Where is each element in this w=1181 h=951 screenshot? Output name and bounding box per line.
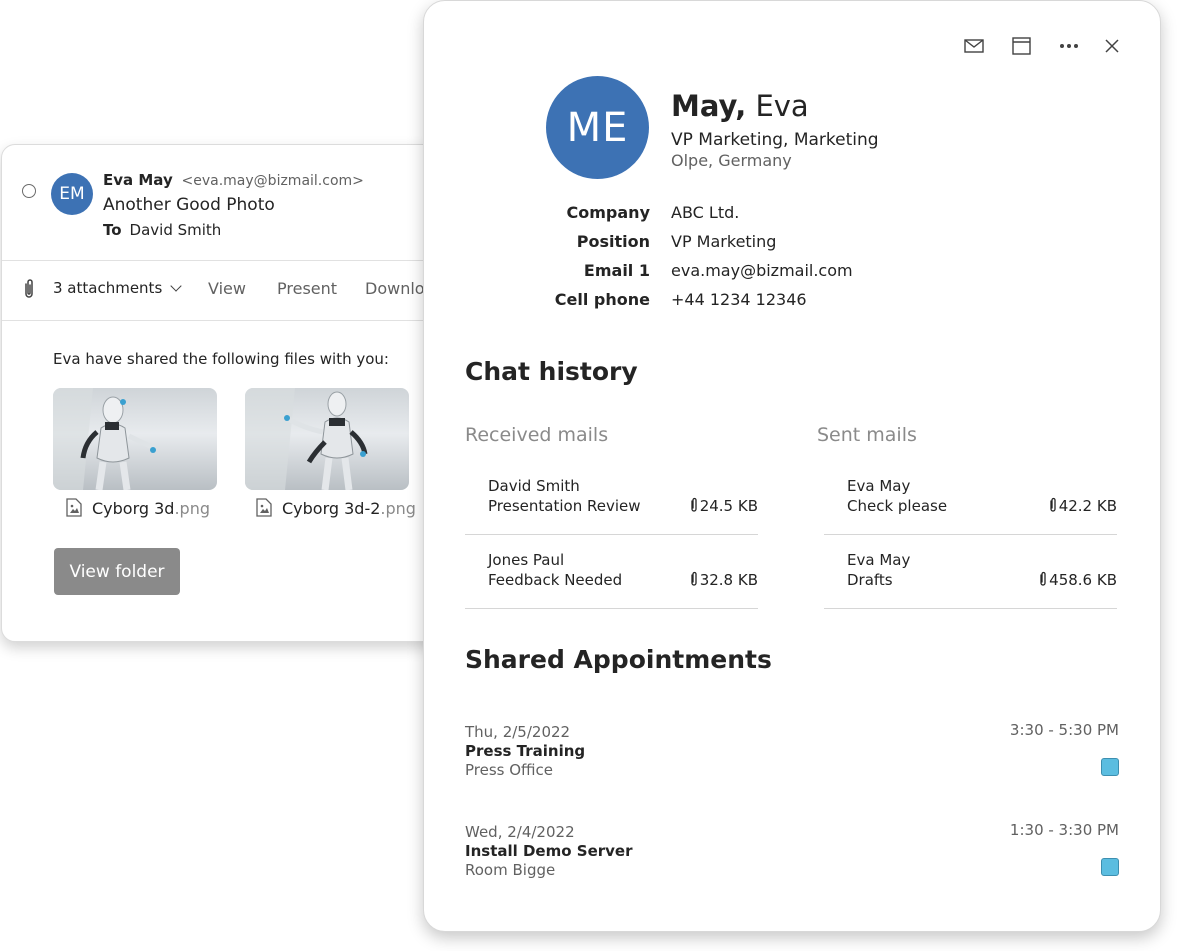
appointment-item[interactable]: Wed, 2/4/2022 Install Demo Server Room B… xyxy=(465,821,1119,893)
mail-subject: Check please xyxy=(847,497,948,515)
view-button[interactable]: View xyxy=(208,279,246,298)
paperclip-icon xyxy=(691,497,697,512)
attachment-bar: 3 attachments View Present Downlo xyxy=(2,261,472,319)
email-label: Email 1 xyxy=(583,261,650,280)
attachment-thumbnail[interactable] xyxy=(53,388,217,490)
mail-size-value: 42.2 KB xyxy=(1058,497,1117,515)
shared-message: Eva have shared the following files with… xyxy=(53,350,389,368)
contact-first-name: Eva xyxy=(755,89,809,123)
mail-size-value: 24.5 KB xyxy=(699,497,758,515)
attachments-dropdown[interactable]: 3 attachments xyxy=(53,279,182,297)
sender-email: <eva.may@bizmail.com> xyxy=(181,173,364,189)
contact-last-name: May, xyxy=(671,89,747,123)
mail-size: 42.2 KB xyxy=(1048,497,1117,515)
download-button[interactable]: Downlo xyxy=(365,279,425,298)
more-icon[interactable] xyxy=(1058,35,1080,57)
shared-appointments-title: Shared Appointments xyxy=(465,645,772,674)
mail-subject: Drafts xyxy=(847,571,893,589)
mail-size: 24.5 KB xyxy=(689,497,758,515)
company-value: ABC Ltd. xyxy=(671,203,740,222)
appointment-title: Install Demo Server xyxy=(465,842,633,860)
appointment-time: 3:30 - 5:30 PM xyxy=(1009,721,1119,739)
to-label: To xyxy=(103,221,122,239)
robot-image xyxy=(53,388,156,490)
appointment-time: 1:30 - 3:30 PM xyxy=(1009,821,1119,839)
attachments-label: 3 attachments xyxy=(53,279,163,297)
present-button[interactable]: Present xyxy=(277,279,337,298)
paperclip-icon xyxy=(25,279,33,298)
sent-mail-item[interactable]: Eva May Check please 42.2 KB xyxy=(824,461,1117,535)
email-value[interactable]: eva.may@bizmail.com xyxy=(671,261,853,280)
calendar-icon[interactable] xyxy=(1010,35,1032,57)
to-line: To David Smith xyxy=(103,221,221,239)
contact-avatar: ME xyxy=(546,76,649,179)
chevron-down-icon xyxy=(170,280,182,292)
mail-subject: Feedback Needed xyxy=(488,571,623,589)
appointment-date: Thu, 2/5/2022 xyxy=(465,723,571,741)
mail-size-value: 458.6 KB xyxy=(1049,571,1117,589)
mail-size: 32.8 KB xyxy=(689,571,758,589)
received-mail-item[interactable]: David Smith Presentation Review 24.5 KB xyxy=(465,461,758,535)
position-label: Position xyxy=(576,232,650,251)
appointment-date: Wed, 2/4/2022 xyxy=(465,823,575,841)
chat-history-title: Chat history xyxy=(465,357,638,386)
mail-from: Eva May xyxy=(847,551,911,569)
select-radio[interactable] xyxy=(22,184,36,198)
position-value: VP Marketing xyxy=(671,232,777,251)
file-name: Cyborg 3d-2 xyxy=(282,499,381,518)
file-extension: .png xyxy=(380,499,416,518)
contact-card: ME May, Eva VP Marketing, Marketing Olpe… xyxy=(423,0,1161,932)
mail-from: David Smith xyxy=(488,477,580,495)
appointment-location: Room Bigge xyxy=(465,861,556,879)
sender-name[interactable]: Eva May xyxy=(103,171,173,189)
sender-avatar: EM xyxy=(51,173,93,215)
cell-phone-label: Cell phone xyxy=(554,290,650,309)
file-name: Cyborg 3d xyxy=(92,499,175,518)
mail-subject: Presentation Review xyxy=(488,497,641,515)
appointment-title: Press Training xyxy=(465,742,586,760)
image-file-icon xyxy=(256,498,272,517)
mail-size-value: 32.8 KB xyxy=(699,571,758,589)
appointment-item[interactable]: Thu, 2/5/2022 Press Training Press Offic… xyxy=(465,721,1119,793)
paperclip-icon xyxy=(691,571,697,586)
category-color-swatch xyxy=(1101,758,1119,776)
sent-mails-title: Sent mails xyxy=(817,424,917,446)
contact-name: May, Eva xyxy=(671,89,809,123)
cell-phone-value[interactable]: +44 1234 12346 xyxy=(671,290,807,309)
paperclip-icon xyxy=(1050,497,1056,512)
sender-line: Eva May <eva.may@bizmail.com> xyxy=(103,171,364,189)
attachment-thumbnail[interactable] xyxy=(245,388,409,490)
contact-location: Olpe, Germany xyxy=(671,151,792,170)
file-item[interactable]: Cyborg 3d.png xyxy=(66,498,211,519)
received-mail-item[interactable]: Jones Paul Feedback Needed 32.8 KB xyxy=(465,535,758,609)
company-label: Company xyxy=(566,203,650,222)
mail-size: 458.6 KB xyxy=(1038,571,1117,589)
received-mails-title: Received mails xyxy=(465,424,609,446)
paperclip-icon xyxy=(1040,571,1046,586)
view-folder-button[interactable]: View folder xyxy=(54,548,180,595)
category-color-swatch xyxy=(1101,858,1119,876)
mail-from: Jones Paul xyxy=(488,551,565,569)
file-extension: .png xyxy=(174,499,211,518)
image-file-icon xyxy=(66,498,82,517)
file-item[interactable]: Cyborg 3d-2.png xyxy=(256,498,416,519)
email-preview-card: EM Eva May <eva.may@bizmail.com> Another… xyxy=(1,144,473,642)
contact-title: VP Marketing, Marketing xyxy=(671,130,879,150)
divider xyxy=(2,320,472,321)
close-icon[interactable] xyxy=(1101,35,1123,57)
robot-image xyxy=(245,388,368,490)
mail-from: Eva May xyxy=(847,477,911,495)
sent-mail-item[interactable]: Eva May Drafts 458.6 KB xyxy=(824,535,1117,609)
appointment-location: Press Office xyxy=(465,761,554,779)
email-subject: Another Good Photo xyxy=(103,195,275,215)
to-recipient[interactable]: David Smith xyxy=(130,221,222,239)
mail-icon[interactable] xyxy=(963,35,985,57)
